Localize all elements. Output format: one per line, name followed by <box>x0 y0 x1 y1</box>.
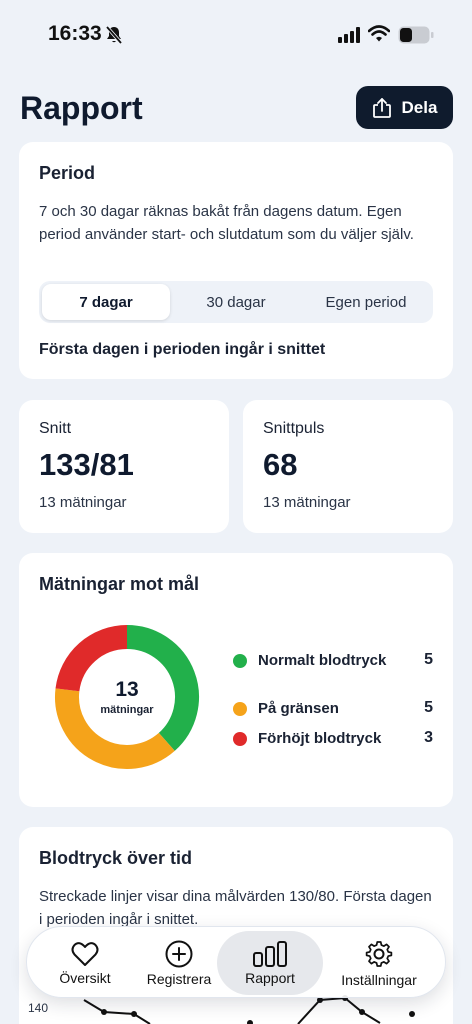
period-option-30-days[interactable]: 30 dagar <box>172 284 300 320</box>
tab-register-label: Registrera <box>146 970 212 987</box>
tab-report-label: Rapport <box>245 969 295 986</box>
legend-label-borderline: På gränsen <box>258 700 339 717</box>
bar-chart-icon <box>253 940 287 967</box>
goals-title: Mätningar mot mål <box>39 574 200 594</box>
tab-overview-label: Översikt <box>59 969 111 986</box>
legend-dot-elevated <box>233 732 247 746</box>
average-value: 133/81 <box>39 447 134 482</box>
tab-settings[interactable]: Inställningar <box>323 931 435 995</box>
pulse-value: 68 <box>263 447 298 482</box>
donut-center: 13 mätningar <box>53 623 201 771</box>
period-option-custom[interactable]: Egen period <box>302 284 430 320</box>
gear-icon <box>365 940 393 967</box>
wifi-icon <box>368 25 390 42</box>
period-segmented-control: 7 dagar 30 dagar Egen period <box>39 281 433 323</box>
period-option-7-days[interactable]: 7 dagar <box>42 284 170 320</box>
tab-report[interactable]: Rapport <box>217 931 323 995</box>
legend-label-elevated: Förhöjt blodtryck <box>258 730 382 747</box>
pulse-label: Snittpuls <box>263 420 325 437</box>
tab-settings-label: Inställningar <box>341 971 417 988</box>
share-button[interactable]: Dela <box>356 86 453 129</box>
legend-label-normal: Normalt blodtryck <box>258 652 387 669</box>
goals-card: Mätningar mot mål 13 mätningar Normalt b… <box>19 553 453 807</box>
pulse-count: 13 mätningar <box>263 494 351 511</box>
over-time-description: Streckade linjer visar dina målvärden 13… <box>39 888 432 928</box>
donut-total-label: mätningar <box>100 704 154 716</box>
legend-dot-normal <box>233 654 247 668</box>
bottom-tab-bar: Översikt Registrera Rapport Inställninga… <box>26 926 446 998</box>
over-time-title: Blodtryck över tid <box>39 848 193 868</box>
report-screen: 16:33 Rapport Dela Period 7 och 30 dagar… <box>0 0 472 1024</box>
bell-off-icon <box>105 25 123 45</box>
cellular-signal-icon <box>338 27 360 43</box>
status-time: 16:33 <box>48 22 102 45</box>
legend-count-borderline: 5 <box>424 699 433 716</box>
legend-count-normal: 5 <box>424 651 433 668</box>
period-card: Period 7 och 30 dagar räknas bakåt från … <box>19 142 453 379</box>
tab-overview[interactable]: Översikt <box>37 931 133 995</box>
average-label: Snitt <box>39 420 72 437</box>
average-pulse-card: Snittpuls 68 13 mätningar <box>243 400 453 533</box>
average-count: 13 mätningar <box>39 494 127 511</box>
period-title: Period <box>39 163 96 183</box>
tab-register[interactable]: Registrera <box>133 931 225 995</box>
average-bp-card: Snitt 133/81 13 mätningar <box>19 400 229 533</box>
plus-circle-icon <box>165 940 193 967</box>
status-bar: 16:33 <box>0 0 472 70</box>
share-label: Dela <box>401 97 438 117</box>
share-icon <box>372 97 391 118</box>
heart-icon <box>71 941 99 966</box>
legend-dot-borderline <box>233 702 247 716</box>
legend-count-elevated: 3 <box>424 729 433 746</box>
battery-icon <box>398 26 434 44</box>
donut-total: 13 <box>115 678 139 701</box>
page-title: Rapport <box>20 90 143 126</box>
period-description: 7 och 30 dagar räknas bakåt från dagens … <box>39 203 414 243</box>
period-note: Första dagen i perioden ingår i snittet <box>39 341 326 358</box>
